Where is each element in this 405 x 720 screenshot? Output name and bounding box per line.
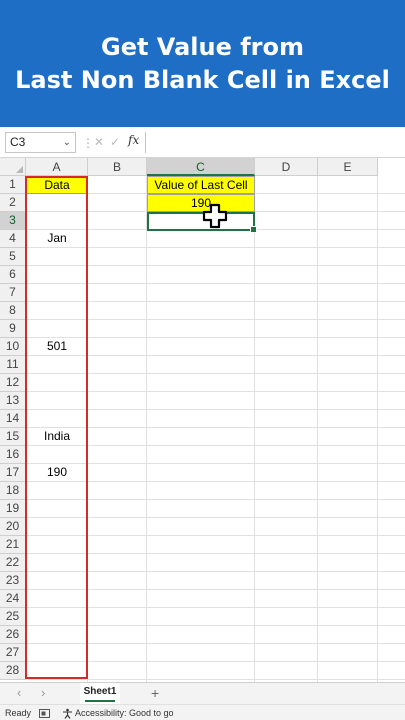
row-header-21[interactable]: 21 <box>0 536 26 554</box>
cross-cursor-icon <box>201 202 229 230</box>
row-header-11[interactable]: 11 <box>0 356 26 374</box>
row-header-28[interactable]: 28 <box>0 662 26 680</box>
formula-bar: C3 ⌄ ⋮ ✕ ✓ fx <box>0 127 405 158</box>
column-header-b[interactable]: B <box>88 158 147 176</box>
insert-function-button[interactable]: fx <box>128 133 139 147</box>
row-header-9[interactable]: 9 <box>0 320 26 338</box>
title-line-1: Get Value from <box>101 32 304 61</box>
column-header-a[interactable]: A <box>26 158 88 176</box>
plus-icon[interactable]: + <box>151 684 159 702</box>
row-header-12[interactable]: 12 <box>0 374 26 392</box>
column-header-d[interactable]: D <box>255 158 318 176</box>
select-all-button[interactable] <box>0 158 26 176</box>
row-header-3[interactable]: 3 <box>0 212 26 230</box>
row-header-18[interactable]: 18 <box>0 482 26 500</box>
row-header-5[interactable]: 5 <box>0 248 26 266</box>
macro-recording-icon[interactable] <box>39 705 50 720</box>
row-header-16[interactable]: 16 <box>0 446 26 464</box>
sheet-tab-bar: ‹ › Sheet1 + <box>0 682 405 704</box>
row-header-23[interactable]: 23 <box>0 572 26 590</box>
check-icon[interactable]: ✓ <box>110 135 120 149</box>
row-header-22[interactable]: 22 <box>0 554 26 572</box>
row-header-2[interactable]: 2 <box>0 194 26 212</box>
row-header-6[interactable]: 6 <box>0 266 26 284</box>
gridline <box>26 679 405 680</box>
title-line-2: Last Non Blank Cell in Excel <box>15 65 390 94</box>
close-icon[interactable]: ✕ <box>94 135 104 149</box>
row-header-10[interactable]: 10 <box>0 338 26 356</box>
cell-c1[interactable]: Value of Last Cell <box>147 176 255 194</box>
row-header-26[interactable]: 26 <box>0 626 26 644</box>
status-bar: Ready Accessibility: Good to go <box>0 704 405 720</box>
row-header-20[interactable]: 20 <box>0 518 26 536</box>
row-header-4[interactable]: 4 <box>0 230 26 248</box>
chevron-down-icon[interactable]: ⌄ <box>63 133 71 152</box>
data-range-outline <box>25 176 88 679</box>
accessibility-icon[interactable] <box>62 705 73 720</box>
formula-input[interactable] <box>145 132 405 153</box>
row-header-7[interactable]: 7 <box>0 284 26 302</box>
chevron-right-icon[interactable]: › <box>41 685 45 701</box>
sheet-tab-sheet1[interactable]: Sheet1 <box>80 683 120 704</box>
column-header-e[interactable]: E <box>318 158 378 176</box>
row-header-19[interactable]: 19 <box>0 500 26 518</box>
accessibility-status[interactable]: Accessibility: Good to go <box>75 705 174 720</box>
row-header-8[interactable]: 8 <box>0 302 26 320</box>
worksheet-grid[interactable]: A B C D E 1 2 3 4 5 6 7 8 9 10 11 12 13 14 15 16 17 18 19 20 21 22… <box>0 158 405 682</box>
title-banner: Get Value from Last Non Blank Cell in Ex… <box>0 0 405 127</box>
row-header-14[interactable]: 14 <box>0 410 26 428</box>
column-header-c[interactable]: C <box>147 158 255 176</box>
name-box[interactable]: C3 ⌄ <box>5 132 76 153</box>
row-header-13[interactable]: 13 <box>0 392 26 410</box>
chevron-left-icon[interactable]: ‹ <box>17 685 21 701</box>
status-ready: Ready <box>5 708 32 718</box>
formula-bar-grip-icon: ⋮ <box>82 136 94 150</box>
row-header-17[interactable]: 17 <box>0 464 26 482</box>
name-box-value: C3 <box>10 135 26 149</box>
row-header-27[interactable]: 27 <box>0 644 26 662</box>
row-header-1[interactable]: 1 <box>0 176 26 194</box>
row-header-25[interactable]: 25 <box>0 608 26 626</box>
row-header-15[interactable]: 15 <box>0 428 26 446</box>
row-header-24[interactable]: 24 <box>0 590 26 608</box>
